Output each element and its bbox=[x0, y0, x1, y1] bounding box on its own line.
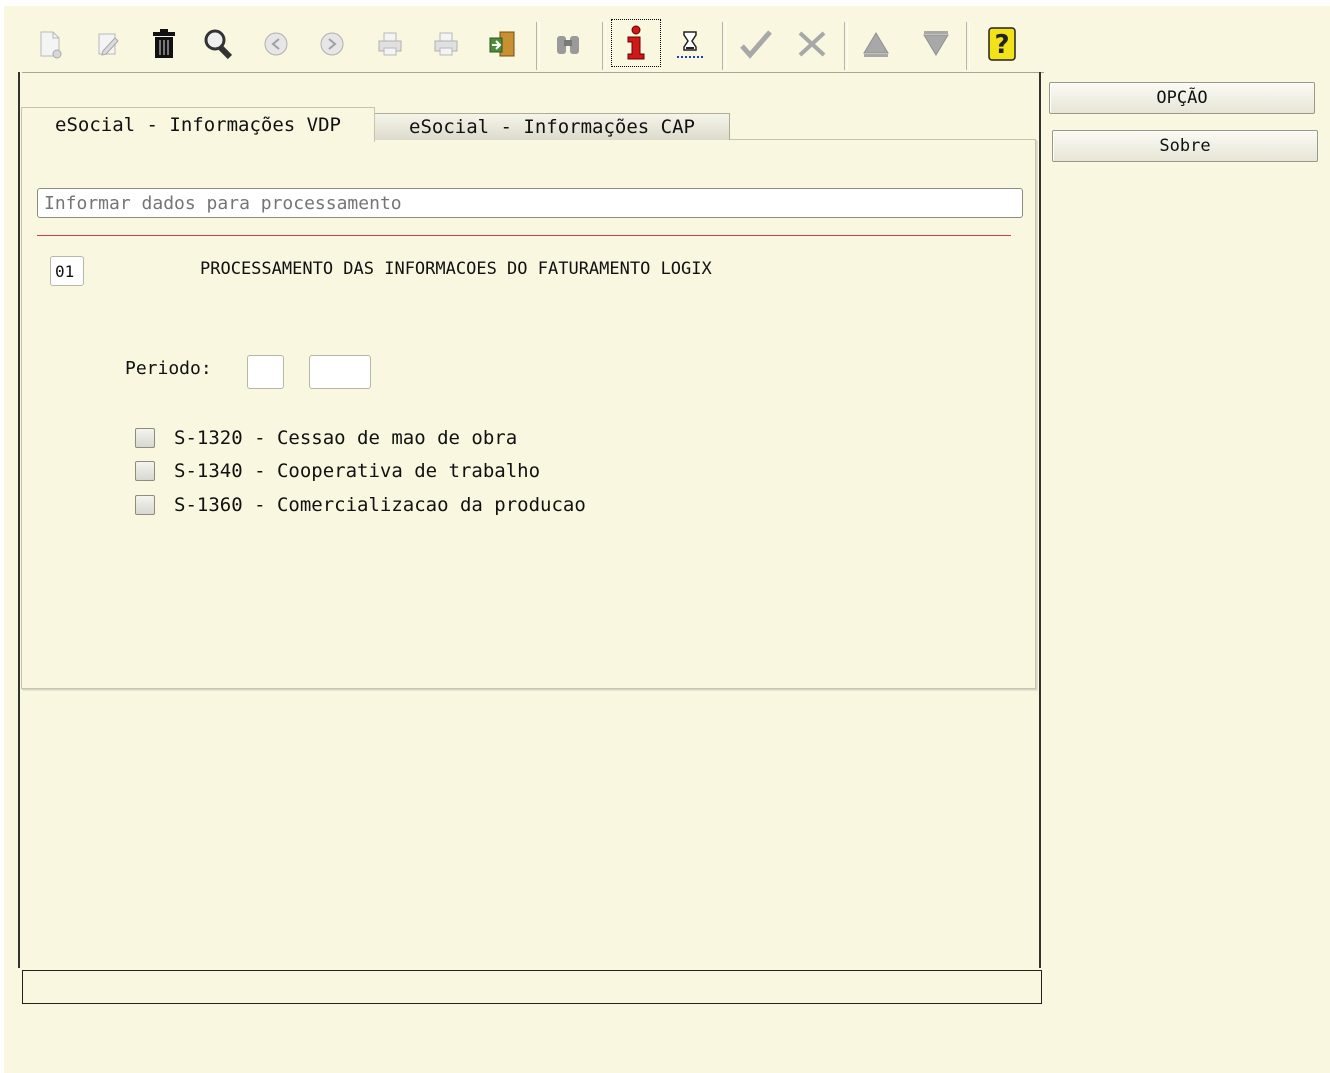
checkbox-s1320[interactable] bbox=[135, 428, 155, 448]
toolbar-separator bbox=[536, 22, 540, 70]
previous-icon[interactable] bbox=[256, 22, 296, 66]
separator-line bbox=[37, 235, 1011, 236]
checkbox-row-s1360[interactable]: S-1360 - Comercializacao da producao bbox=[135, 493, 586, 517]
about-button[interactable]: Sobre bbox=[1052, 130, 1318, 162]
period-year-field[interactable] bbox=[309, 355, 371, 389]
cancel-x-icon[interactable] bbox=[792, 22, 832, 66]
help-question-icon[interactable]: ? bbox=[982, 22, 1022, 66]
period-month-field[interactable] bbox=[247, 355, 284, 389]
code-field[interactable]: 01 bbox=[50, 256, 84, 286]
checkbox-row-s1320[interactable]: S-1320 - Cessao de mao de obra bbox=[135, 426, 517, 450]
hourglass-icon[interactable] bbox=[670, 22, 710, 66]
tab-panel bbox=[21, 139, 1036, 689]
toolbar: ? bbox=[22, 16, 1044, 74]
checkbox-label: S-1320 - Cessao de mao de obra bbox=[174, 427, 518, 449]
new-document-icon[interactable] bbox=[30, 22, 70, 66]
binoculars-icon[interactable] bbox=[548, 22, 588, 66]
confirm-check-icon[interactable] bbox=[736, 22, 776, 66]
checkbox-row-s1340[interactable]: S-1340 - Cooperativa de trabalho bbox=[135, 459, 540, 483]
info-icon[interactable] bbox=[610, 18, 662, 68]
trash-icon[interactable] bbox=[144, 22, 184, 66]
tab-esocial-vdp[interactable]: eSocial - Informações VDP bbox=[21, 107, 375, 142]
svg-text:?: ? bbox=[994, 30, 1009, 60]
app-window: ? OPÇÃO Sobre eSocial - Informações VDP … bbox=[4, 6, 1330, 1073]
exit-door-icon[interactable] bbox=[482, 22, 522, 66]
next-icon[interactable] bbox=[312, 22, 352, 66]
checkbox-label: S-1340 - Cooperativa de trabalho bbox=[174, 460, 541, 482]
option-button[interactable]: OPÇÃO bbox=[1049, 82, 1315, 114]
up-arrow-icon[interactable] bbox=[856, 22, 896, 66]
print-setup-icon[interactable] bbox=[426, 22, 466, 66]
frame-border-right bbox=[1039, 72, 1041, 968]
search-icon[interactable] bbox=[200, 22, 240, 66]
period-label: Periodo: bbox=[125, 358, 212, 379]
toolbar-border bbox=[22, 72, 1044, 73]
toolbar-separator bbox=[722, 22, 726, 70]
frame-border-left bbox=[18, 72, 20, 968]
toolbar-separator bbox=[844, 22, 848, 70]
info-input[interactable] bbox=[37, 188, 1023, 218]
process-title: PROCESSAMENTO DAS INFORMACOES DO FATURAM… bbox=[200, 259, 712, 279]
tab-esocial-cap[interactable]: eSocial - Informações CAP bbox=[374, 113, 730, 140]
print-icon[interactable] bbox=[370, 22, 410, 66]
checkbox-s1340[interactable] bbox=[135, 461, 155, 481]
toolbar-separator bbox=[966, 22, 970, 70]
edit-icon[interactable] bbox=[88, 22, 128, 66]
checkbox-label: S-1360 - Comercializacao da producao bbox=[174, 494, 586, 516]
checkbox-s1360[interactable] bbox=[135, 495, 155, 515]
down-arrow-icon[interactable] bbox=[916, 22, 956, 66]
toolbar-separator bbox=[602, 22, 606, 70]
status-bar bbox=[22, 970, 1042, 1004]
